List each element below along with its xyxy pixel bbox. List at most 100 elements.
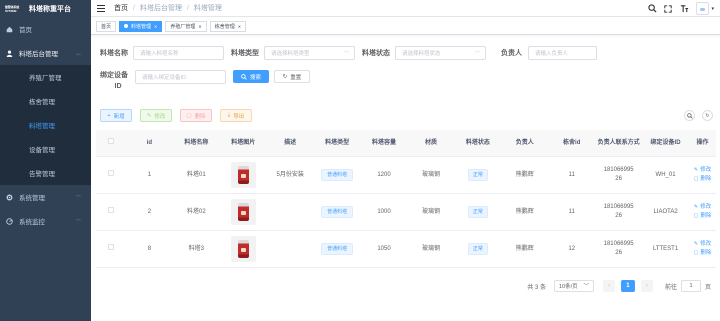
tower-image[interactable]: [230, 236, 256, 262]
chevron-down-icon: ﹀: [75, 195, 81, 201]
th-capacity: 料塔容量: [372, 139, 397, 146]
sidebar-item-monitor[interactable]: 系统监控 ﹀: [0, 209, 91, 233]
sidebar-item-home[interactable]: 首页: [0, 17, 91, 41]
th-device: 绑定设备ID: [650, 139, 681, 146]
tower-type-label: 料塔类型: [231, 50, 259, 57]
row-delete-link[interactable]: ▢ 删除: [691, 175, 714, 184]
edit-icon: ✎: [693, 241, 699, 247]
tower-name-label: 料塔名称: [100, 50, 128, 57]
prev-page-button[interactable]: ‹: [602, 280, 615, 292]
search-icon[interactable]: [647, 4, 657, 14]
refresh-icon: ↻: [282, 73, 288, 80]
row-checkbox[interactable]: [107, 170, 114, 176]
tower-type-select[interactable]: 请选择料塔类型 ﹀: [264, 46, 355, 60]
th-house-id: 栋舍id: [563, 139, 581, 146]
tag-farm[interactable]: 养殖厂管理 ✕: [165, 20, 207, 32]
search-button[interactable]: 搜索: [233, 70, 269, 83]
edit-button[interactable]: ✎ 修改: [140, 109, 172, 122]
table-row: 8 料塔3 普通料塔 1050 玻璃钢 正常 熊鹏辉 12 181066995 2…: [96, 231, 716, 268]
export-button[interactable]: ⤓ 导出: [220, 109, 252, 122]
font-size-icon[interactable]: [679, 4, 689, 14]
caret-down-icon[interactable]: ▾: [711, 6, 714, 12]
tower-name-input[interactable]: 请输入料塔名称: [133, 46, 224, 60]
cell-operations: ✎ 修改 ▢ 删除: [689, 166, 716, 184]
cell-image: [220, 199, 267, 225]
page-size-select[interactable]: 10条/页 ﹀: [553, 280, 594, 292]
tower-status-select[interactable]: 请选择料塔状态 ﹀: [395, 46, 486, 60]
sidebar-item-house[interactable]: 栋舍管理: [0, 89, 91, 113]
sidebar-item-system[interactable]: 系统管理 ﹀: [0, 185, 91, 209]
tower-status-label: 料塔状态: [362, 50, 390, 57]
trash-icon: ▢: [693, 250, 699, 256]
page-unit-label: 页: [704, 284, 711, 291]
brand-title: 料塔称重平台: [29, 5, 71, 13]
sidebar-item-label: 料塔后台管理: [19, 51, 58, 58]
tag-label: 首页: [101, 23, 112, 30]
user-icon: [6, 49, 13, 57]
cell-operations: ✎ 修改 ▢ 删除: [689, 203, 716, 221]
brand: 智慧体系统 SYSTEM 料塔称重平台: [0, 0, 91, 17]
goto-page-input[interactable]: 1: [680, 280, 701, 292]
device-id-input[interactable]: 请输入绑定设备ID: [135, 70, 226, 84]
trash-icon: ▢: [186, 112, 192, 119]
sidebar-item-device[interactable]: 设备管理: [0, 137, 91, 161]
sidebar-item-tower[interactable]: 料塔管理: [0, 113, 91, 137]
breadcrumb-separator: /: [133, 4, 135, 12]
select-all-checkbox[interactable]: [107, 138, 114, 144]
fullscreen-icon[interactable]: [663, 4, 673, 14]
page-number-current[interactable]: 1: [620, 280, 635, 292]
row-edit-link[interactable]: ✎ 修改: [691, 203, 714, 212]
table-row: 1 料塔01 5月份安装 普通料塔 1200 玻璃钢 正常 熊鹏辉 11 181…: [96, 157, 716, 194]
brand-logo: 智慧体系统 SYSTEM: [5, 4, 20, 13]
row-edit-link[interactable]: ✎ 修改: [691, 166, 714, 175]
tag-house[interactable]: 栋舍管理 ✕: [209, 20, 247, 32]
owner-input[interactable]: 请输入负责人: [528, 46, 597, 60]
type-tag: 普通料塔: [321, 206, 354, 218]
close-icon[interactable]: ✕: [238, 24, 241, 29]
gear-icon: [6, 194, 13, 201]
breadcrumb-home[interactable]: 首页: [114, 3, 128, 13]
row-delete-link[interactable]: ▢ 删除: [691, 249, 714, 258]
chevron-up-icon: ︿: [75, 51, 81, 57]
add-button[interactable]: + 新增: [100, 109, 132, 122]
tag-tower[interactable]: 料塔管理 ✕: [119, 20, 163, 32]
main-content: 料塔名称 请输入料塔名称 料塔类型 请选择料塔类型 ﹀ 料塔状态 请选择料塔状态…: [91, 36, 720, 321]
tag-home[interactable]: 首页: [96, 20, 117, 32]
cell-material: 玻璃钢: [421, 245, 440, 252]
chevron-down-icon: ﹀: [474, 51, 480, 57]
cell-id: 8: [147, 245, 152, 252]
sidebar-item-farm[interactable]: 养殖厂管理: [0, 65, 91, 89]
home-icon: [6, 26, 13, 33]
cell-image: [220, 236, 267, 262]
row-checkbox[interactable]: [107, 244, 114, 250]
sidebar-item-alarm[interactable]: 告警管理: [0, 161, 91, 185]
delete-button[interactable]: ▢ 删除: [180, 109, 212, 122]
sidebar-item-tower-admin[interactable]: 料塔后台管理 ︿: [0, 41, 91, 65]
active-dot-icon: [124, 24, 129, 28]
navbar: 首页 / 料塔后台管理 / 料塔管理 ▾: [91, 0, 720, 17]
cell-status: 正常: [454, 206, 501, 218]
reset-button[interactable]: ↻ 重置: [274, 70, 310, 83]
close-icon[interactable]: ✕: [154, 24, 157, 29]
next-page-button[interactable]: ›: [640, 280, 653, 292]
row-checkbox[interactable]: [107, 207, 114, 213]
toggle-search-button[interactable]: [684, 110, 695, 121]
breadcrumb-tower-admin: 料塔后台管理: [139, 5, 182, 12]
row-edit-link[interactable]: ✎ 修改: [691, 240, 714, 249]
avatar[interactable]: [696, 2, 710, 15]
close-icon[interactable]: ✕: [198, 24, 201, 29]
trash-icon: ▢: [693, 213, 699, 219]
th-phone: 负责人联系方式: [597, 139, 640, 146]
goto-label: 前往: [664, 284, 677, 291]
cell-material: 玻璃钢: [421, 171, 440, 178]
cell-capacity: 1000: [377, 208, 391, 215]
hamburger-icon[interactable]: [97, 4, 105, 12]
refresh-button[interactable]: ↻: [702, 110, 713, 121]
row-delete-link[interactable]: ▢ 删除: [691, 212, 714, 221]
tower-image[interactable]: [230, 162, 256, 188]
cell-owner: 熊鹏辉: [515, 208, 534, 215]
search-row-2: 绑定设备 ID 请输入绑定设备ID 搜索 ↻ 重置: [100, 70, 310, 92]
search-button-label: 搜索: [249, 74, 261, 81]
th-id: id: [146, 139, 153, 146]
tower-image[interactable]: [230, 199, 256, 225]
